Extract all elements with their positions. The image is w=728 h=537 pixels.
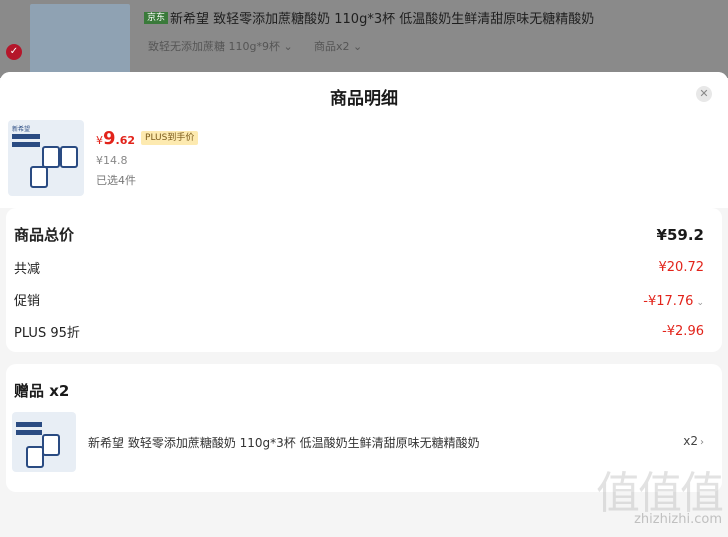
- chevron-right-icon: ›: [700, 437, 704, 448]
- discount-total-row: 共减 ¥20.72: [14, 258, 704, 277]
- background-shop-tag: 京东: [144, 12, 169, 24]
- yogurt-cup-icon: [42, 434, 60, 456]
- background-product-title: 新希望 致轻零添加蔗糖酸奶 110g*3杯 低温酸奶生鲜清甜原味无糖精酸奶: [170, 12, 595, 27]
- total-price-label: 商品总价: [14, 226, 75, 244]
- gift-product-image: [12, 412, 76, 472]
- chevron-down-icon: ⌄: [696, 298, 704, 308]
- gifts-title: 赠品 x2: [14, 382, 70, 400]
- plus-price-badge: PLUS到手价: [141, 131, 199, 145]
- watermark-domain: zhizhizhi.com: [634, 512, 722, 527]
- promotion-row[interactable]: 促销 -¥17.76 ⌄: [14, 290, 704, 309]
- price-integer: 9: [103, 128, 116, 149]
- sheet-title: 商品明细: [330, 89, 398, 109]
- price-currency: ¥: [96, 134, 103, 147]
- totals-card: 商品总价 ¥59.2 共减 ¥20.72 促销 -¥17.76 ⌄ PLUS 95…: [6, 208, 722, 352]
- product-image-line: [12, 142, 40, 147]
- gift-quantity-value: x2: [683, 434, 698, 448]
- selected-count: 已选4件: [96, 174, 136, 187]
- sheet-header: 商品明细 ✕: [0, 72, 728, 116]
- background-spec-selector: 致轻无添加蔗糖 110g*9杯 ⌄: [148, 40, 293, 53]
- promotion-value: -¥17.76: [643, 294, 694, 309]
- background-quantity-selector: 商品x2 ⌄: [314, 40, 363, 53]
- price-row: ¥ 9 .62 PLUS到手价: [96, 128, 199, 149]
- background-product-thumbnail: [30, 4, 130, 74]
- yogurt-cup-icon: [26, 446, 44, 468]
- promotion-label: 促销: [14, 294, 41, 309]
- discount-total-value: ¥20.72: [658, 260, 705, 275]
- product-image-line: [16, 430, 42, 435]
- gift-quantity: x2 ›: [683, 434, 704, 448]
- close-icon[interactable]: ✕: [696, 86, 712, 102]
- plus-discount-row: PLUS 95折 -¥2.96: [14, 322, 704, 341]
- yogurt-cup-icon: [30, 166, 48, 188]
- discount-total-label: 共减: [14, 262, 41, 277]
- product-image-line: [16, 422, 42, 427]
- yogurt-cup-icon: [60, 146, 78, 168]
- product-image: 新希望: [8, 120, 84, 196]
- background-cart-item: ✓ 京东 新希望 致轻零添加蔗糖酸奶 110g*3杯 低温酸奶生鲜清甜原味无糖精…: [0, 0, 728, 78]
- gift-name: 新希望 致轻零添加蔗糖酸奶 110g*3杯 低温酸奶生鲜清甜原味无糖精酸奶: [88, 436, 480, 450]
- checkbox-checked-icon: ✓: [6, 44, 22, 60]
- total-price-row: 商品总价 ¥59.2: [14, 224, 704, 245]
- total-price-value: ¥59.2: [656, 225, 704, 244]
- price-decimal: .62: [115, 134, 136, 147]
- product-image-line: [12, 134, 40, 139]
- yogurt-cup-icon: [42, 146, 60, 168]
- watermark: 值值值 zhizhizhi.com: [570, 457, 724, 527]
- product-image-brand: 新希望: [12, 126, 31, 133]
- plus-discount-label: PLUS 95折: [14, 326, 80, 341]
- plus-discount-value: -¥2.96: [662, 324, 704, 339]
- original-price: ¥14.8: [96, 154, 128, 167]
